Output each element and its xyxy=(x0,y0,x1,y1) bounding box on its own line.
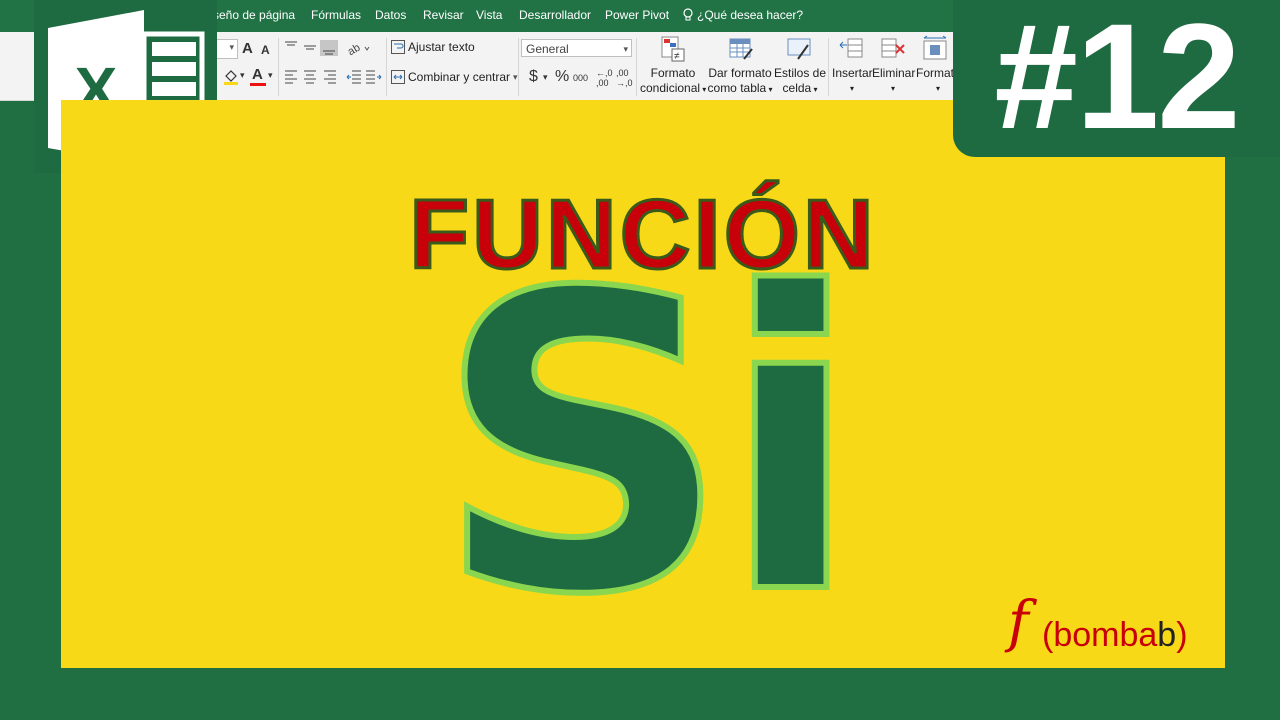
menu-page-layout[interactable]: seño de página xyxy=(213,8,295,22)
menu-developer[interactable]: Desarrollador xyxy=(519,8,591,22)
percent-button[interactable]: % xyxy=(555,68,569,86)
thumbnail: seño de página Fórmulas Datos Revisar Vi… xyxy=(0,0,1280,720)
chevron-down-icon: ▾ xyxy=(766,85,773,94)
separator xyxy=(636,38,637,96)
format-label: Formato xyxy=(916,66,954,80)
format-table-label-2: como tabla xyxy=(707,81,767,95)
merge-center-label: Combinar y centrar xyxy=(408,70,511,84)
paint-bucket-icon xyxy=(224,70,238,85)
format-cells-icon xyxy=(923,35,947,60)
chevron-down-icon: ▾ xyxy=(268,70,273,80)
tell-me-label: ¿Qué desea hacer? xyxy=(697,8,804,22)
number-format-select[interactable]: General ▾ xyxy=(521,39,632,57)
format-as-table-button[interactable]: Dar formato como tabla ▾ xyxy=(706,32,774,100)
vertical-align-icons[interactable] xyxy=(284,40,340,56)
brand-part-2: b xyxy=(1157,616,1177,654)
chevron-down-icon: ▾ xyxy=(543,72,548,82)
conditional-format-label-2: condicional xyxy=(640,81,701,95)
horizontal-align-icons[interactable] xyxy=(284,70,340,84)
wrap-text-icon xyxy=(391,40,405,54)
currency-button[interactable]: $ xyxy=(529,68,538,86)
menu-data[interactable]: Datos xyxy=(375,8,406,22)
cell-styles-icon xyxy=(787,38,811,60)
format-table-label-1: Dar formato xyxy=(708,66,772,80)
decrease-decimal-button[interactable]: ,00 →,0 xyxy=(616,68,633,88)
wrap-text-button[interactable]: Ajustar texto xyxy=(391,40,475,54)
insert-cells-button[interactable]: Insertar ▾ xyxy=(832,32,873,100)
separator xyxy=(278,38,279,96)
increase-decimal-button[interactable]: ←,0 ,00 xyxy=(596,68,613,88)
thousands-separator-button[interactable]: 000 xyxy=(573,73,588,83)
brand-wordmark: (bombab) xyxy=(1042,616,1188,655)
episode-number: #12 xyxy=(994,0,1240,160)
merge-cells-icon xyxy=(391,70,405,84)
separator xyxy=(386,38,387,96)
menu-review[interactable]: Revisar xyxy=(423,8,464,22)
chevron-down-icon: ▾ xyxy=(890,84,895,93)
menu-formulas[interactable]: Fórmulas xyxy=(311,8,361,22)
tell-me-search[interactable]: ¿Qué desea hacer? xyxy=(683,8,803,22)
title-panel: FUNCIÓN Si xyxy=(61,100,1225,668)
chevron-down-icon: ▾ xyxy=(849,84,854,93)
font-color-letter: A xyxy=(252,66,263,83)
menu-view[interactable]: Vista xyxy=(476,8,502,22)
chevron-down-icon: ▾ xyxy=(240,70,245,80)
font-color-button[interactable]: A xyxy=(250,66,266,88)
cell-styles-label-2: celda xyxy=(782,81,812,95)
number-format-value: General xyxy=(526,42,569,56)
font-size-dropdown[interactable]: ▾ xyxy=(217,39,238,59)
delete-cells-icon xyxy=(881,38,905,58)
font-grow-button[interactable]: A xyxy=(242,40,253,57)
title-line-2: Si xyxy=(432,206,864,684)
format-cells-button[interactable]: Formato ▾ xyxy=(914,32,954,100)
svg-text:ab: ab xyxy=(348,42,362,56)
chevron-down-icon: ▾ xyxy=(811,85,818,94)
brand-paren-open: ( xyxy=(1042,616,1054,654)
brand-f: f xyxy=(1008,590,1029,655)
separator xyxy=(828,38,829,96)
cell-styles-button[interactable]: Estilos de celda ▾ xyxy=(774,32,826,100)
brand-part-1: bomba xyxy=(1053,616,1158,654)
font-color-swatch xyxy=(250,83,266,86)
wrap-text-label: Ajustar texto xyxy=(408,40,475,54)
chevron-down-icon: ▾ xyxy=(623,44,628,54)
format-table-icon xyxy=(729,38,753,60)
chevron-down-icon: ▾ xyxy=(513,71,518,82)
menu-power-pivot[interactable]: Power Pivot xyxy=(605,8,669,22)
chevron-down-icon: ▾ xyxy=(936,84,941,93)
svg-text:≠: ≠ xyxy=(674,51,680,62)
lightbulb-icon xyxy=(683,8,693,21)
insert-cells-icon xyxy=(839,38,863,58)
cell-styles-label-1: Estilos de xyxy=(774,66,827,80)
episode-badge: #12 xyxy=(953,0,1280,157)
brand-paren-close: ) xyxy=(1176,616,1188,654)
delete-label: Eliminar xyxy=(872,66,916,80)
conditional-format-icon: ≠ xyxy=(661,36,685,62)
font-shrink-button[interactable]: A xyxy=(261,43,270,57)
conditional-format-button[interactable]: ≠ Formato condicional ▾ xyxy=(640,32,706,100)
indent-icons[interactable] xyxy=(346,70,382,84)
conditional-format-label-1: Formato xyxy=(650,66,696,80)
merge-center-button[interactable]: Combinar y centrar ▾ xyxy=(391,70,518,84)
text-orientation-icon[interactable]: ab xyxy=(348,40,370,56)
insert-label: Insertar xyxy=(832,66,873,80)
fill-color-button[interactable] xyxy=(222,68,240,86)
delete-cells-button[interactable]: Eliminar ▾ xyxy=(872,32,916,100)
separator xyxy=(518,38,519,96)
chevron-down-icon: ▾ xyxy=(229,42,234,52)
